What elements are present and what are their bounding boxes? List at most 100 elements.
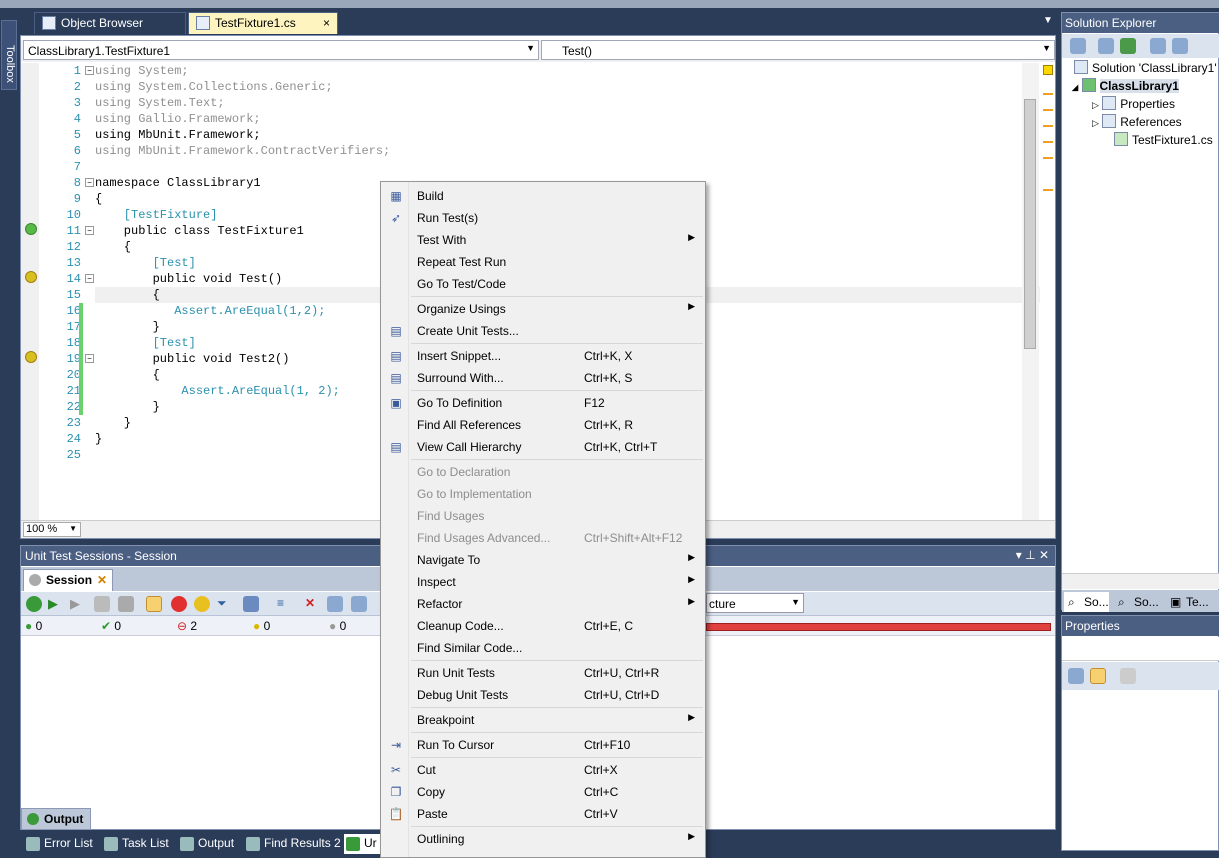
tab-team-explorer[interactable]: ▣ Te... bbox=[1166, 592, 1209, 612]
scroll-thumb[interactable] bbox=[1024, 99, 1036, 349]
menu-item-breakpoint[interactable]: Breakpoint ▶ bbox=[381, 709, 705, 731]
tab-dropdown-icon[interactable]: ▼ bbox=[1043, 15, 1053, 26]
code-line[interactable] bbox=[95, 159, 1041, 175]
submenu-arrow-icon: ▶ bbox=[688, 831, 695, 841]
code-line[interactable]: using MbUnit.Framework; bbox=[95, 127, 1041, 143]
tab-find-results[interactable]: Find Results 2 bbox=[244, 834, 341, 854]
categorized-icon[interactable] bbox=[1068, 668, 1084, 684]
close-tab-button[interactable]: × bbox=[323, 16, 330, 30]
fold-toggle-icon[interactable]: − bbox=[85, 178, 94, 187]
menu-item-navigate-to[interactable]: Navigate To ▶ bbox=[381, 549, 705, 571]
tab-solution-explorer-2[interactable]: ⌕ So... bbox=[1114, 592, 1159, 612]
alphabetical-icon[interactable] bbox=[1090, 668, 1106, 684]
menu-item-debug-unit-tests[interactable]: Debug Unit Tests Ctrl+U, Ctrl+D bbox=[381, 684, 705, 706]
status-indicator-icon bbox=[1043, 65, 1053, 75]
menu-item-inspect[interactable]: Inspect ▶ bbox=[381, 571, 705, 593]
menu-item-find-all-references[interactable]: Find All References Ctrl+K, R bbox=[381, 414, 705, 436]
menu-item-organize-usings[interactable]: Organize Usings ▶ bbox=[381, 298, 705, 320]
stop-icon[interactable] bbox=[118, 596, 134, 612]
class-diagram-icon[interactable] bbox=[1172, 38, 1188, 54]
code-line[interactable]: using Gallio.Framework; bbox=[95, 111, 1041, 127]
export-icon[interactable] bbox=[327, 596, 343, 612]
menu-item-test-with[interactable]: Test With ▶ bbox=[381, 229, 705, 251]
menu-item-surround-with[interactable]: ▤ Surround With... Ctrl+K, S bbox=[381, 367, 705, 389]
props-object-combo[interactable] bbox=[1062, 637, 1219, 661]
group-icon[interactable] bbox=[243, 596, 259, 612]
menu-item-shortcut: Ctrl+C bbox=[584, 785, 619, 799]
debug-icon[interactable]: ▶ bbox=[70, 596, 86, 612]
refresh-icon[interactable] bbox=[1120, 38, 1136, 54]
filter-combo[interactable]: cture ▼ bbox=[706, 593, 804, 613]
panel-controls[interactable]: ▾ ⊥ ✕ bbox=[1016, 548, 1049, 562]
properties-node[interactable]: ▷ Properties bbox=[1092, 96, 1175, 111]
tab-task-list[interactable]: Task List bbox=[102, 834, 169, 854]
fold-toggle-icon[interactable]: − bbox=[85, 354, 94, 363]
ignored-filter-icon[interactable] bbox=[194, 596, 210, 612]
test-marker-icon[interactable] bbox=[25, 271, 37, 283]
code-line[interactable]: using MbUnit.Framework.ContractVerifiers… bbox=[95, 143, 1041, 159]
close-icon[interactable]: ✕ bbox=[97, 573, 107, 587]
tab-error-list[interactable]: Error List bbox=[24, 834, 93, 854]
tab-object-browser[interactable]: Object Browser bbox=[34, 12, 186, 34]
filter-icon[interactable]: ⏷ bbox=[217, 596, 233, 612]
fold-toggle-icon[interactable]: − bbox=[85, 274, 94, 283]
menu-item-cleanup-code[interactable]: Cleanup Code... Ctrl+E, C bbox=[381, 615, 705, 637]
remove-icon[interactable]: ✕ bbox=[305, 596, 321, 612]
vertical-scrollbar[interactable] bbox=[1022, 63, 1039, 521]
tab-output[interactable]: Output bbox=[21, 808, 91, 830]
line-number: 8 bbox=[73, 176, 81, 190]
properties-panel: Properties bbox=[1061, 615, 1219, 851]
session-tab-label: Session bbox=[46, 573, 93, 587]
menu-item-find-similar-code[interactable]: Find Similar Code... bbox=[381, 637, 705, 659]
menu-item-build[interactable]: ▦ Build bbox=[381, 185, 705, 207]
project-node[interactable]: ◢ ClassLibrary1 bbox=[1072, 78, 1179, 93]
menu-item-paste[interactable]: 📋 Paste Ctrl+V bbox=[381, 803, 705, 825]
testfixture-node[interactable]: TestFixture1.cs bbox=[1114, 132, 1213, 147]
show-all-files-icon[interactable] bbox=[1098, 38, 1114, 54]
tab-testfixture1[interactable]: TestFixture1.cs × bbox=[188, 12, 338, 34]
fold-toggle-icon[interactable]: − bbox=[85, 226, 94, 235]
run-icon[interactable]: ▶ bbox=[48, 596, 64, 612]
menu-item-insert-snippet[interactable]: ▤ Insert Snippet... Ctrl+K, X bbox=[381, 345, 705, 367]
menu-item-repeat-test-run[interactable]: Repeat Test Run bbox=[381, 251, 705, 273]
profile-icon[interactable] bbox=[94, 596, 110, 612]
se-hscroll[interactable] bbox=[1062, 573, 1219, 589]
toolbox-tab[interactable]: Toolbox bbox=[1, 20, 17, 90]
code-line[interactable]: using System.Collections.Generic; bbox=[95, 79, 1041, 95]
tab-session[interactable]: Session ✕ bbox=[23, 569, 113, 591]
sort-icon[interactable]: ≡ bbox=[277, 596, 293, 612]
menu-item-run-test-s[interactable]: ➶ Run Test(s) bbox=[381, 207, 705, 229]
menu-item-run-unit-tests[interactable]: Run Unit Tests Ctrl+U, Ctrl+R bbox=[381, 662, 705, 684]
menu-item-create-unit-tests[interactable]: ▤ Create Unit Tests... bbox=[381, 320, 705, 342]
member-combo[interactable]: Test() ▼ bbox=[541, 40, 1055, 60]
test-marker-icon[interactable] bbox=[25, 351, 37, 363]
tab-unit-test[interactable]: Ur bbox=[344, 834, 384, 854]
failed-filter-icon[interactable] bbox=[171, 596, 187, 612]
properties-icon[interactable] bbox=[1070, 38, 1086, 54]
menu-item-copy[interactable]: ❐ Copy Ctrl+C bbox=[381, 781, 705, 803]
menu-item-refactor[interactable]: Refactor ▶ bbox=[381, 593, 705, 615]
test-fixture-marker-icon[interactable] bbox=[25, 223, 37, 235]
menu-item-run-to-cursor[interactable]: ⇥ Run To Cursor Ctrl+F10 bbox=[381, 734, 705, 756]
copy-results-icon[interactable] bbox=[351, 596, 367, 612]
show-all-icon[interactable] bbox=[146, 596, 162, 612]
references-node[interactable]: ▷ References bbox=[1092, 114, 1182, 129]
type-combo[interactable]: ClassLibrary1.TestFixture1 ▼ bbox=[23, 40, 539, 60]
fold-toggle-icon[interactable]: − bbox=[85, 66, 94, 75]
property-pages-icon[interactable] bbox=[1120, 668, 1136, 684]
view-code-icon[interactable] bbox=[1150, 38, 1166, 54]
menu-item-view-call-hierarchy[interactable]: ▤ View Call Hierarchy Ctrl+K, Ctrl+T bbox=[381, 436, 705, 458]
find-results-icon bbox=[246, 837, 260, 851]
solution-node[interactable]: Solution 'ClassLibrary1' bbox=[1074, 60, 1217, 75]
run-all-icon[interactable] bbox=[26, 596, 42, 612]
zoom-combo[interactable]: 100 % ▼ bbox=[23, 522, 81, 537]
code-line[interactable]: using System.Text; bbox=[95, 95, 1041, 111]
menu-item-go-to-test-code[interactable]: Go To Test/Code bbox=[381, 273, 705, 295]
menu-item-shortcut: Ctrl+K, S bbox=[584, 371, 633, 385]
menu-item-go-to-definition[interactable]: ▣ Go To Definition F12 bbox=[381, 392, 705, 414]
menu-item-cut[interactable]: ✂ Cut Ctrl+X bbox=[381, 759, 705, 781]
menu-item-outlining[interactable]: Outlining ▶ bbox=[381, 828, 705, 850]
code-line[interactable]: using System; bbox=[95, 63, 1041, 79]
tab-output-window[interactable]: Output bbox=[178, 834, 234, 854]
tab-solution-explorer[interactable]: ⌕ So... bbox=[1064, 592, 1109, 612]
